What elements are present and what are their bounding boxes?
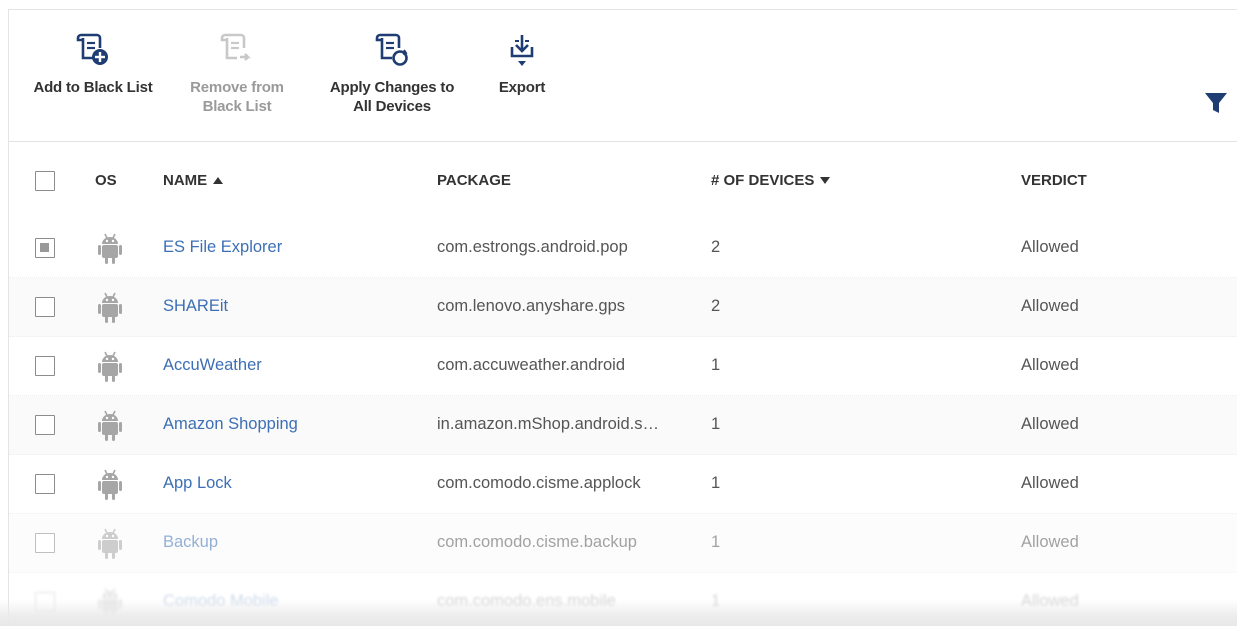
column-devices[interactable]: # OF DEVICES xyxy=(711,172,831,189)
app-name-link[interactable]: App Lock xyxy=(163,474,232,493)
column-verdict[interactable]: VERDICT xyxy=(1021,172,1087,189)
table-row[interactable]: AccuWeather com.accuweather.android 1 Al… xyxy=(9,337,1237,396)
device-count: 1 xyxy=(711,533,721,551)
app-name-link[interactable]: ES File Explorer xyxy=(163,238,282,257)
row-checkbox[interactable] xyxy=(35,415,55,435)
android-icon xyxy=(98,469,122,500)
verdict: Allowed xyxy=(1021,474,1079,492)
device-count: 2 xyxy=(711,238,721,256)
verdict: Allowed xyxy=(1021,356,1079,374)
add-to-black-list-button[interactable]: Add to Black List xyxy=(23,32,163,97)
table-row[interactable]: Amazon Shopping in.amazon.mShop.android.… xyxy=(9,396,1237,455)
package-name: com.comodo.cisme.applock xyxy=(437,474,641,492)
app-name-link[interactable]: SHAREit xyxy=(163,297,228,316)
column-name-label: NAME xyxy=(163,172,208,189)
row-checkbox[interactable] xyxy=(35,474,55,494)
table-body: ES File Explorer com.estrongs.android.po… xyxy=(9,219,1237,626)
android-icon xyxy=(98,528,122,559)
filter-icon[interactable] xyxy=(1203,90,1229,116)
export-button[interactable]: Export xyxy=(487,32,557,97)
package-name: com.comodo.cisme.backup xyxy=(437,533,637,551)
table-row[interactable]: SHAREit com.lenovo.anyshare.gps 2 Allowe… xyxy=(9,278,1237,337)
row-checkbox[interactable] xyxy=(35,533,55,553)
row-checkbox[interactable] xyxy=(35,297,55,317)
export-label: Export xyxy=(498,79,546,96)
document-add-icon xyxy=(76,33,108,65)
row-checkbox[interactable] xyxy=(35,356,55,376)
apply-changes-button[interactable]: Apply Changes to All Devices xyxy=(321,32,463,116)
column-os: OS xyxy=(95,172,117,189)
app-name-link[interactable]: AccuWeather xyxy=(163,356,262,375)
package-name: com.accuweather.android xyxy=(437,356,626,374)
remove-from-black-list-button[interactable]: Remove from Black List xyxy=(177,32,297,116)
apply-changes-label: Apply Changes to All Devices xyxy=(329,79,455,115)
table-row[interactable]: App Lock com.comodo.cisme.applock 1 Allo… xyxy=(9,455,1237,514)
android-icon xyxy=(98,292,122,323)
app-name-link[interactable]: Backup xyxy=(163,533,218,552)
verdict: Allowed xyxy=(1021,533,1079,551)
device-count: 2 xyxy=(711,297,721,315)
app-name-link[interactable]: Amazon Shopping xyxy=(163,415,298,434)
package-name: com.estrongs.android.pop xyxy=(437,238,628,256)
remove-from-black-list-label: Remove from Black List xyxy=(190,79,284,115)
apps-table: OS NAME PACKAGE # OF DEVICES VERDICT ES … xyxy=(9,143,1237,626)
device-count: 1 xyxy=(711,415,721,433)
column-name[interactable]: NAME xyxy=(163,172,224,189)
row-checkbox[interactable] xyxy=(35,238,55,258)
table-row[interactable]: ES File Explorer com.estrongs.android.po… xyxy=(9,219,1237,278)
verdict: Allowed xyxy=(1021,415,1079,433)
bottom-fade xyxy=(0,600,1237,626)
download-icon xyxy=(510,35,534,66)
verdict: Allowed xyxy=(1021,297,1079,315)
android-icon xyxy=(98,233,122,264)
document-sync-icon xyxy=(375,33,408,66)
table-header: OS NAME PACKAGE # OF DEVICES VERDICT xyxy=(9,143,1237,219)
sort-descending-icon xyxy=(820,177,831,184)
verdict: Allowed xyxy=(1021,238,1079,256)
table-row[interactable]: Backup com.comodo.cisme.backup 1 Allowed xyxy=(9,514,1237,573)
select-all-checkbox[interactable] xyxy=(35,171,55,191)
sort-ascending-icon xyxy=(213,177,224,184)
package-name: com.lenovo.anyshare.gps xyxy=(437,297,626,315)
device-count: 1 xyxy=(711,356,721,374)
add-to-black-list-label: Add to Black List xyxy=(33,79,153,96)
android-icon xyxy=(98,410,122,441)
android-icon xyxy=(98,351,122,382)
device-count: 1 xyxy=(711,474,721,492)
toolbar: Add to Black List Remove from Black List… xyxy=(9,10,1237,142)
package-name: in.amazon.mShop.android.s… xyxy=(437,415,659,433)
document-remove-icon xyxy=(220,33,251,61)
app-list-panel: Add to Black List Remove from Black List… xyxy=(8,9,1237,626)
column-devices-label: # OF DEVICES xyxy=(711,172,815,189)
column-package[interactable]: PACKAGE xyxy=(437,172,511,189)
